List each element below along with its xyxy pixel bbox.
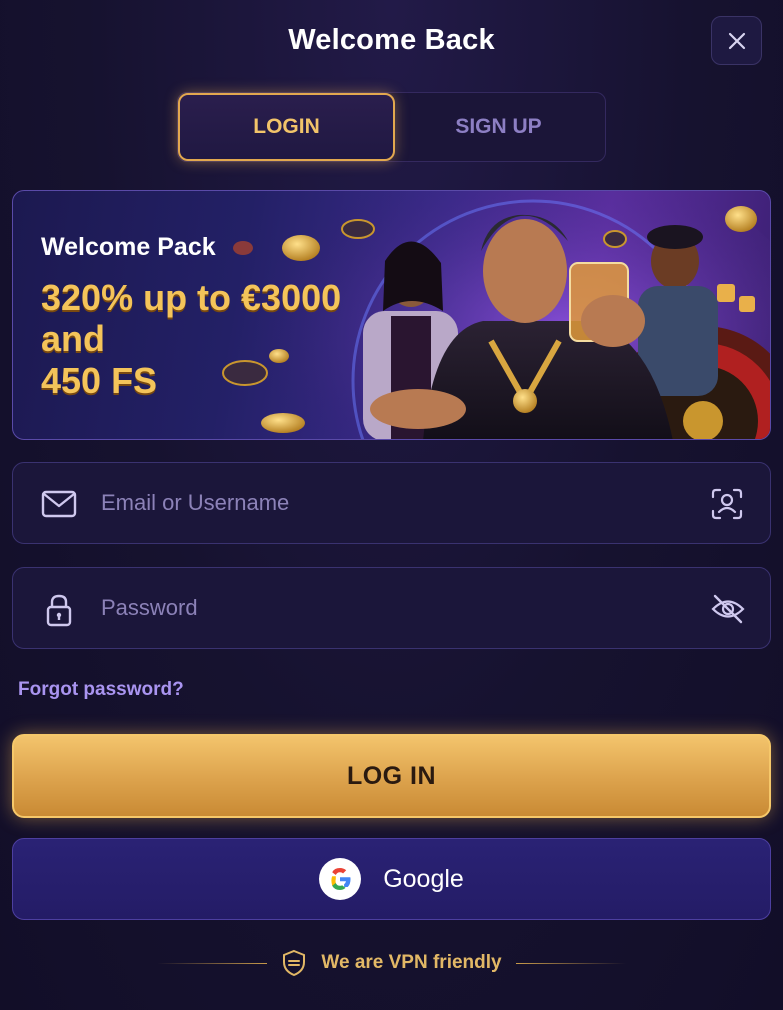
auth-tabs: SIGN UP LOGIN — [177, 92, 606, 162]
banner-label: Welcome Pack — [41, 233, 216, 261]
eye-off-icon[interactable] — [710, 592, 746, 626]
password-field[interactable] — [12, 567, 771, 649]
login-modal: Welcome Back SIGN UP LOGIN Welcome Pack … — [0, 0, 783, 1010]
password-input[interactable] — [101, 588, 681, 628]
google-icon — [319, 858, 362, 900]
vpn-notice: We are VPN friendly — [0, 948, 783, 978]
divider-line-left — [157, 962, 268, 964]
divider-line-right — [515, 962, 626, 964]
google-button-label: Google — [383, 864, 464, 893]
tab-sign-up[interactable]: SIGN UP — [390, 93, 607, 161]
vpn-text: We are VPN friendly — [321, 952, 502, 973]
banner-offer: 320% up to €3000 and 450 FS — [41, 277, 371, 401]
email-icon — [41, 490, 77, 518]
close-button[interactable] — [711, 16, 762, 65]
face-scan-icon[interactable] — [710, 487, 744, 521]
page-title: Welcome Back — [288, 24, 495, 56]
close-icon — [728, 32, 745, 49]
login-button[interactable]: LOG IN — [12, 734, 771, 818]
banner-offer-line1: 320% up to €3000 and — [41, 277, 342, 360]
lock-icon — [46, 594, 72, 627]
google-login-button[interactable]: Google — [12, 838, 771, 920]
shield-icon — [283, 949, 306, 977]
email-input[interactable] — [101, 483, 681, 523]
tab-login[interactable]: LOGIN — [178, 93, 395, 161]
forgot-password-link[interactable]: Forgot password? — [18, 679, 184, 701]
email-field[interactable] — [12, 462, 771, 544]
welcome-pack-banner[interactable]: Welcome Pack 320% up to €3000 and 450 FS — [12, 190, 771, 440]
banner-offer-line2: 450 FS — [41, 359, 158, 401]
